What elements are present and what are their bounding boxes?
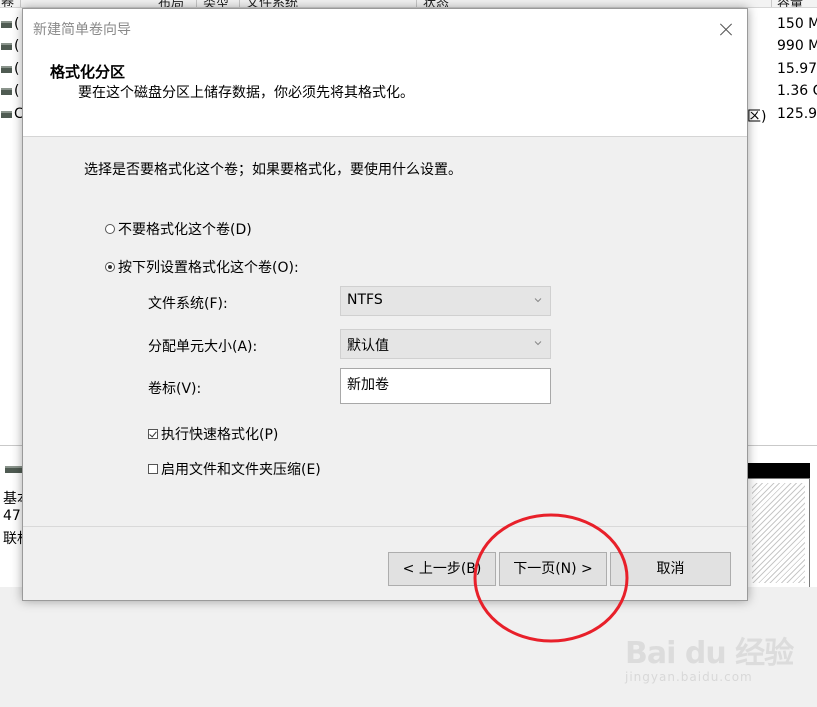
column-header-type[interactable]: 类型 [203,0,229,7]
volume-label-input[interactable]: 新加卷 [340,368,551,404]
cancel-button[interactable]: 取消 [610,552,731,586]
volume-label-label: 卷标(V): [148,381,202,397]
watermark: Bai du 经验 jingyan.baidu.com [625,628,794,684]
dialog-title: 新建简单卷向导 [33,22,131,38]
volume-capacity: 1.36 G [777,83,817,99]
radio-no-format[interactable]: 不要格式化这个卷(D) [105,219,252,239]
radio-indicator[interactable] [105,223,115,234]
divider [23,526,747,527]
column-header-status[interactable]: 状态 [423,0,449,7]
chevron-down-icon [534,298,542,303]
close-icon[interactable] [713,17,739,43]
watermark-url: jingyan.baidu.com [625,670,753,684]
volume-status: 区) [747,109,767,125]
back-button[interactable]: < 上一步(B) [388,552,496,586]
file-system-label: 文件系统(F): [148,296,228,312]
next-button[interactable]: 下一页(N) > [499,552,607,586]
disk-size: 47 [3,508,21,524]
volume-list-header: 卷 布局 类型 文件系统 状态 容量 [0,0,817,8]
volume-label-value: 新加卷 [347,377,389,393]
drive-icon [1,110,12,118]
drive-icon [1,20,12,28]
unallocated-bar [747,463,810,478]
volume-name: ( [14,16,20,32]
allocation-unit-select[interactable]: 默认值 [340,329,551,359]
radio-format-label: 按下列设置格式化这个卷(O): [118,260,299,276]
wizard-header: 新建简单卷向导 格式化分区 要在这个磁盘分区上储存数据，你必须先将其格式化。 [23,9,747,137]
drive-icon [1,42,12,50]
volume-name: C [14,106,22,122]
unallocated-partition[interactable] [747,478,810,588]
volume-name: ( [14,83,20,99]
chevron-down-icon [534,341,542,346]
watermark-logo: Bai du 经验 [625,636,794,671]
volume-name: ( [14,38,20,54]
volume-capacity: 15.97 [777,61,817,77]
new-simple-volume-wizard: 新建简单卷向导 格式化分区 要在这个磁盘分区上储存数据，你必须先将其格式化。 选… [22,8,748,601]
volume-capacity: 125.9 [777,106,817,122]
volume-name: ( [14,61,20,77]
disk-icon [5,466,23,473]
file-system-value: NTFS [347,292,383,308]
drive-icon [1,87,12,95]
file-system-select[interactable]: NTFS [340,286,551,316]
column-header-layout[interactable]: 布局 [158,0,184,7]
column-header-volume[interactable]: 卷 [1,0,14,7]
instruction-text: 选择是否要格式化这个卷；如果要格式化，要使用什么设置。 [84,162,462,178]
quick-format-checkbox[interactable]: 执行快速格式化(P) [148,424,278,444]
allocation-unit-label: 分配单元大小(A): [148,339,258,355]
page-title: 格式化分区 [50,63,126,81]
radio-no-format-label: 不要格式化这个卷(D) [118,222,252,238]
page-subtitle: 要在这个磁盘分区上储存数据，你必须先将其格式化。 [78,85,414,101]
compression-label: 启用文件和文件夹压缩(E) [161,462,321,478]
volume-capacity: 150 M [777,16,817,32]
radio-indicator[interactable] [105,261,115,272]
allocation-unit-value: 默认值 [347,338,389,354]
column-header-filesystem[interactable]: 文件系统 [246,0,298,7]
drive-icon [1,65,12,73]
compression-checkbox[interactable]: 启用文件和文件夹压缩(E) [148,459,321,479]
radio-format[interactable]: 按下列设置格式化这个卷(O): [105,257,299,277]
checkbox-indicator[interactable] [148,463,158,474]
quick-format-label: 执行快速格式化(P) [161,427,279,443]
column-header-capacity[interactable]: 容量 [777,0,803,7]
checkbox-indicator[interactable] [148,428,158,439]
volume-capacity: 990 M [777,38,817,54]
